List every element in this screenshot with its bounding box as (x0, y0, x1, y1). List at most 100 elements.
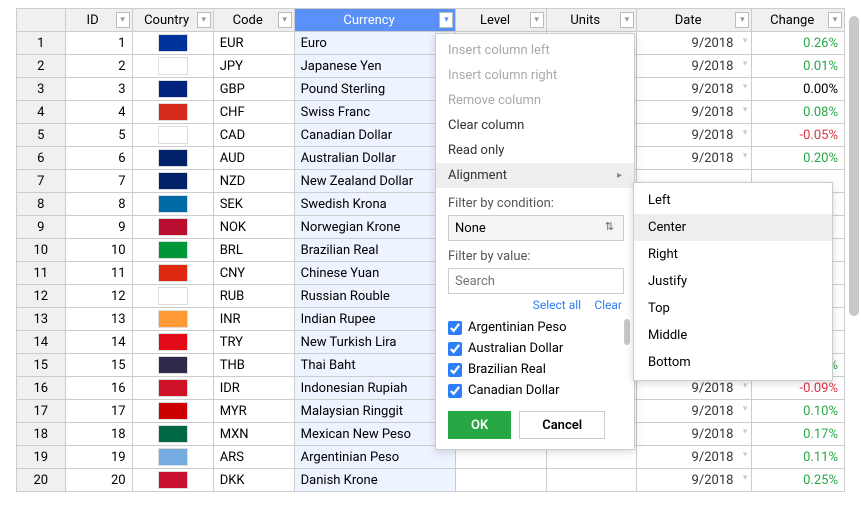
cell-date[interactable]: 9/2018 (636, 78, 752, 101)
cell-code[interactable]: RUB (213, 285, 294, 308)
menu-insert-right[interactable]: Insert column right (436, 63, 634, 88)
cell-date[interactable]: 9/2018 (636, 32, 752, 55)
clear-link[interactable]: Clear (594, 298, 622, 312)
cell-change[interactable]: 0.25% (752, 469, 845, 492)
filter-icon[interactable]: ▾ (620, 12, 634, 28)
cell-id[interactable]: 2 (65, 55, 132, 78)
cell-currency[interactable]: Indian Rupee (294, 308, 456, 331)
row-header[interactable]: 19 (17, 446, 66, 469)
cell-code[interactable]: GBP (213, 78, 294, 101)
cell-flag[interactable] (132, 124, 213, 147)
row-header[interactable]: 20 (17, 469, 66, 492)
table-row[interactable]: 2020 DKKDanish Krone 9/20180.25% (17, 469, 845, 492)
cell-change[interactable]: 0.20% (752, 147, 845, 170)
cell-date[interactable]: 9/2018 (636, 446, 752, 469)
filter-search-input[interactable] (448, 268, 624, 294)
cell-flag[interactable] (132, 32, 213, 55)
cell-flag[interactable] (132, 354, 213, 377)
cell-currency[interactable]: Norwegian Krone (294, 216, 456, 239)
cell-id[interactable]: 6 (65, 147, 132, 170)
cell-flag[interactable] (132, 377, 213, 400)
table-row[interactable]: 55CADCanadian Dollar9/2018-0.05% (17, 124, 845, 147)
col-level[interactable]: Level▾ (456, 9, 546, 32)
cell-change[interactable]: 0.08% (752, 101, 845, 124)
menu-alignment[interactable]: Alignment (436, 163, 634, 188)
align-left[interactable]: Left (634, 187, 832, 214)
align-justify[interactable]: Justify (634, 268, 832, 295)
cell-date[interactable]: 9/2018 (636, 400, 752, 423)
cell-flag[interactable] (132, 101, 213, 124)
cell-code[interactable]: CHF (213, 101, 294, 124)
menu-read-only[interactable]: Read only (436, 138, 634, 163)
cell-code[interactable]: NZD (213, 170, 294, 193)
cell-flag[interactable] (132, 331, 213, 354)
cell-currency[interactable]: Indonesian Rupiah (294, 377, 456, 400)
cell-code[interactable]: AUD (213, 147, 294, 170)
cell-id[interactable]: 8 (65, 193, 132, 216)
filter-value-item[interactable]: Australian Dollar (448, 338, 622, 359)
row-header[interactable]: 8 (17, 193, 66, 216)
filter-value-item[interactable]: Brazilian Real (448, 359, 622, 380)
filter-value-checkbox[interactable] (448, 321, 462, 335)
row-header[interactable]: 17 (17, 400, 66, 423)
cell-id[interactable]: 13 (65, 308, 132, 331)
row-header[interactable]: 18 (17, 423, 66, 446)
align-top[interactable]: Top (634, 295, 832, 322)
cell-currency[interactable]: Chinese Yuan (294, 262, 456, 285)
cell-change[interactable]: 0.17% (752, 423, 845, 446)
cell-flag[interactable] (132, 423, 213, 446)
row-header[interactable]: 13 (17, 308, 66, 331)
cell-flag[interactable] (132, 400, 213, 423)
table-row[interactable]: 1818MXNMexican New Peso9/20180.17% (17, 423, 845, 446)
row-header[interactable]: 6 (17, 147, 66, 170)
col-date[interactable]: Date▾ (636, 9, 752, 32)
row-header[interactable]: 12 (17, 285, 66, 308)
cell-currency[interactable]: Danish Krone (294, 469, 456, 492)
cell-date[interactable]: 9/2018 (636, 147, 752, 170)
cell-code[interactable]: NOK (213, 216, 294, 239)
filter-condition-select[interactable]: None (448, 215, 624, 241)
cell-date[interactable]: 9/2018 (636, 101, 752, 124)
filter-icon[interactable]: ▾ (828, 12, 842, 28)
cell-date[interactable]: 9/2018 (636, 423, 752, 446)
ok-button[interactable]: OK (448, 411, 511, 439)
filter-icon[interactable]: ▾ (735, 12, 749, 28)
filter-value-checkbox[interactable] (448, 384, 462, 398)
select-all-link[interactable]: Select all (533, 298, 581, 312)
row-header[interactable]: 3 (17, 78, 66, 101)
cell-id[interactable]: 5 (65, 124, 132, 147)
cell-id[interactable]: 3 (65, 78, 132, 101)
cell-flag[interactable] (132, 469, 213, 492)
cell-id[interactable]: 10 (65, 239, 132, 262)
cell-id[interactable]: 4 (65, 101, 132, 124)
row-header[interactable]: 15 (17, 354, 66, 377)
cell-id[interactable]: 19 (65, 446, 132, 469)
align-right[interactable]: Right (634, 241, 832, 268)
cell-currency[interactable]: Swiss Franc (294, 101, 456, 124)
col-country[interactable]: Country▾ (132, 9, 213, 32)
cell-currency[interactable]: Canadian Dollar (294, 124, 456, 147)
cell-code[interactable]: DKK (213, 469, 294, 492)
cell-currency[interactable]: Malaysian Ringgit (294, 400, 456, 423)
cell-date[interactable]: 9/2018 (636, 469, 752, 492)
cell-date[interactable]: 9/2018 (636, 124, 752, 147)
cell-flag[interactable] (132, 308, 213, 331)
cell-change[interactable]: 0.00% (752, 78, 845, 101)
cell-currency[interactable]: Argentinian Peso (294, 446, 456, 469)
row-header[interactable]: 16 (17, 377, 66, 400)
cell-code[interactable]: IDR (213, 377, 294, 400)
cell-currency[interactable]: Euro (294, 32, 456, 55)
cell-flag[interactable] (132, 216, 213, 239)
align-center[interactable]: Center (634, 214, 832, 241)
cell-code[interactable]: MYR (213, 400, 294, 423)
cell-change[interactable]: -0.05% (752, 124, 845, 147)
cell-code[interactable]: ARS (213, 446, 294, 469)
cell-change[interactable]: 0.01% (752, 55, 845, 78)
cell-id[interactable]: 20 (65, 469, 132, 492)
cell-id[interactable]: 11 (65, 262, 132, 285)
cell-flag[interactable] (132, 239, 213, 262)
cell-id[interactable]: 17 (65, 400, 132, 423)
cell-currency[interactable]: New Turkish Lira (294, 331, 456, 354)
menu-insert-left[interactable]: Insert column left (436, 38, 634, 63)
table-row[interactable]: 11EUREuro9/20180.26% (17, 32, 845, 55)
